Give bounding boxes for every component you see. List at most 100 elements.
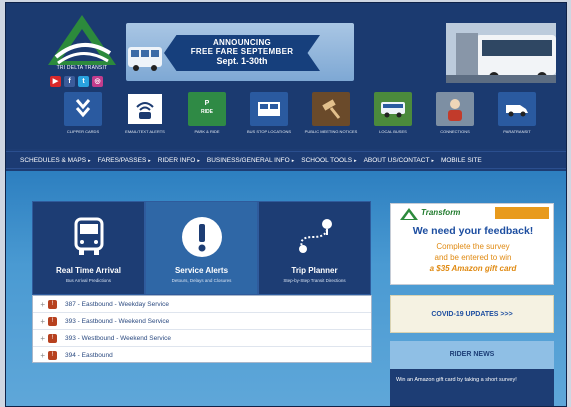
- bus-icon: [374, 92, 412, 126]
- free-fare-banner[interactable]: ANNOUNCING FREE FARE SEPTEMBER Sept. 1-3…: [126, 23, 354, 81]
- nav-fares-passes[interactable]: FARES/PASSES ▸: [98, 157, 151, 164]
- route-alert-item[interactable]: + ! 394 - Eastbound: [33, 347, 371, 364]
- covid-updates-button[interactable]: COVID-19 UPDATES >>>: [390, 295, 554, 333]
- nav-label: MOBILE SITE: [440, 156, 482, 164]
- quick-link-paratransit[interactable]: PARATRANSIT: [492, 92, 542, 134]
- twitter-icon[interactable]: t: [78, 76, 89, 87]
- caret-right-icon: ▸: [88, 157, 91, 164]
- svg-text:RIDE: RIDE: [201, 109, 214, 115]
- nav-label: BUSINESS/GENERAL INFO: [206, 156, 290, 164]
- feedback-line-2: and be entered to win: [434, 253, 512, 262]
- quick-link-local-buses[interactable]: LOCAL BUSES: [368, 92, 418, 134]
- caret-right-icon: ▸: [431, 157, 434, 164]
- caret-right-icon: ▸: [354, 157, 357, 164]
- caret-right-icon: ▸: [291, 157, 295, 164]
- nav-label: RIDER INFO: [157, 156, 196, 164]
- card-subtitle: Step-by-Step Transit Directions: [283, 278, 346, 283]
- bus-front-icon: [72, 214, 106, 260]
- route-alert-text: 393 - Eastbound - Weekend Service: [65, 317, 170, 325]
- quick-link-clipper[interactable]: CLIPPER CARDS: [58, 92, 108, 134]
- route-alert-text: 393 - Westbound - Weekend Service: [65, 334, 171, 342]
- nav-rider-info[interactable]: RIDER INFO ▸: [158, 157, 200, 164]
- card-title: Real Time Arrival: [56, 266, 121, 275]
- quick-link-label: BUS STOP LOCATIONS: [246, 129, 291, 134]
- main-nav: SCHEDULES & MAPS ▸ FARES/PASSES ▸ RIDER IN…: [6, 151, 566, 169]
- card-title: Trip Planner: [291, 266, 338, 275]
- feature-cards: Real Time Arrival Bus Arrival Prediction…: [32, 201, 372, 295]
- nav-label: FARES/PASSES: [97, 156, 147, 164]
- nav-mobile-site[interactable]: MOBILE SITE: [441, 157, 482, 164]
- route-alert-text: 394 - Eastbound: [65, 352, 113, 359]
- card-service-alerts[interactable]: Service Alerts Detours, Delays and Closu…: [145, 201, 258, 295]
- quick-link-bus-stop[interactable]: BUS STOP LOCATIONS: [244, 92, 294, 134]
- caret-right-icon: ▸: [148, 157, 151, 164]
- nav-about-contact[interactable]: ABOUT US/CONTACT ▸: [364, 157, 434, 164]
- main-content: Real Time Arrival Bus Arrival Prediction…: [6, 171, 566, 406]
- expand-icon[interactable]: +: [33, 317, 45, 326]
- feedback-survey-box[interactable]: Transform We need your feedback! Complet…: [390, 203, 554, 285]
- banner-line-3: Sept. 1-30th: [216, 56, 268, 66]
- alert-badge-icon: !: [48, 351, 57, 360]
- wifi-bus-icon: [126, 92, 164, 126]
- quick-link-label: PARATRANSIT: [503, 129, 531, 134]
- card-title: Service Alerts: [174, 266, 229, 275]
- park-ride-icon: P RIDE: [188, 92, 226, 126]
- van-icon: [498, 92, 536, 126]
- transform-logo: Transform: [399, 207, 475, 221]
- bus-photo: [446, 23, 556, 83]
- instagram-icon[interactable]: ◎: [92, 76, 103, 87]
- alert-badge-icon: !: [48, 316, 57, 326]
- route-alert-list: + ! 387 - Eastbound - Weekday Service + …: [32, 295, 372, 363]
- transform-logo-text: Transform: [421, 208, 461, 217]
- banner-ribbon: ANNOUNCING FREE FARE SEPTEMBER Sept. 1-3…: [164, 35, 320, 71]
- rider-news-heading[interactable]: RIDER NEWS: [390, 341, 554, 369]
- bus-illustration-icon: [128, 47, 162, 71]
- banner-line-1: ANNOUNCING: [212, 38, 272, 47]
- promo-graphic: [495, 207, 549, 219]
- alert-badge-icon: !: [48, 299, 57, 309]
- quick-link-park-ride[interactable]: P RIDE PARK & RIDE: [182, 92, 232, 134]
- arrows-down-icon: [64, 92, 102, 126]
- banner-line-2: FREE FARE SEPTEMBER: [190, 47, 294, 56]
- route-alert-text: 387 - Eastbound - Weekday Service: [65, 300, 169, 308]
- facebook-icon[interactable]: f: [64, 76, 75, 87]
- feedback-title: We need your feedback!: [412, 225, 534, 237]
- quick-link-meetings[interactable]: PUBLIC MEETING NOTICES: [304, 92, 358, 134]
- rider-news-text[interactable]: Win an Amazon gift card by taking a shor…: [390, 369, 554, 406]
- youtube-icon[interactable]: ▶: [50, 76, 61, 87]
- card-trip-planner[interactable]: Trip Planner Step-by-Step Transit Direct…: [258, 201, 371, 295]
- route-alert-item[interactable]: + ! 393 - Westbound - Weekend Service: [33, 330, 371, 347]
- nav-school-tools[interactable]: SCHOOL TOOLS ▸: [301, 157, 356, 164]
- logo-text: TRI DELTA TRANSIT: [56, 65, 108, 71]
- expand-icon[interactable]: +: [33, 300, 45, 309]
- nav-label: SCHOOL TOOLS: [301, 156, 353, 164]
- nav-label: SCHEDULES & MAPS: [20, 156, 87, 164]
- alert-badge-icon: !: [48, 333, 57, 343]
- person-icon: [436, 92, 474, 126]
- nav-business-info[interactable]: BUSINESS/GENERAL INFO ▸: [207, 157, 294, 164]
- route-alert-item[interactable]: + ! 387 - Eastbound - Weekday Service: [33, 296, 371, 313]
- feedback-line-3: a $35 Amazon gift card: [429, 264, 517, 273]
- quick-link-connections[interactable]: CONNECTIONS: [430, 92, 480, 134]
- page: TRI DELTA TRANSIT ▶ f t ◎ ANNOUNCING FRE…: [5, 2, 567, 407]
- quick-link-label: CLIPPER CARDS: [66, 129, 100, 134]
- caret-right-icon: ▸: [197, 157, 200, 164]
- quick-link-label: CONNECTIONS: [440, 129, 470, 134]
- exclamation-icon: [181, 214, 223, 260]
- quick-link-label: LOCAL BUSES: [379, 129, 407, 134]
- quick-link-label: PUBLIC MEETING NOTICES: [304, 129, 358, 134]
- social-links: ▶ f t ◎: [50, 76, 103, 87]
- gavel-icon: [312, 92, 350, 126]
- svg-text:P: P: [205, 100, 210, 107]
- quick-link-label: PARK & RIDE: [194, 129, 220, 134]
- site-header: TRI DELTA TRANSIT ▶ f t ◎ ANNOUNCING FRE…: [6, 3, 566, 149]
- expand-icon[interactable]: +: [33, 334, 45, 343]
- route-alert-item[interactable]: + ! 393 - Eastbound - Weekend Service: [33, 313, 371, 330]
- bus-stop-icon: [250, 92, 288, 126]
- quick-link-alerts[interactable]: EMAIL/TEXT ALERTS: [120, 92, 170, 134]
- quick-link-label: EMAIL/TEXT ALERTS: [125, 129, 165, 134]
- expand-icon[interactable]: +: [33, 351, 45, 360]
- nav-schedules-maps[interactable]: SCHEDULES & MAPS ▸: [20, 157, 91, 164]
- route-pin-icon: [293, 214, 337, 260]
- card-real-time-arrival[interactable]: Real Time Arrival Bus Arrival Prediction…: [32, 201, 145, 295]
